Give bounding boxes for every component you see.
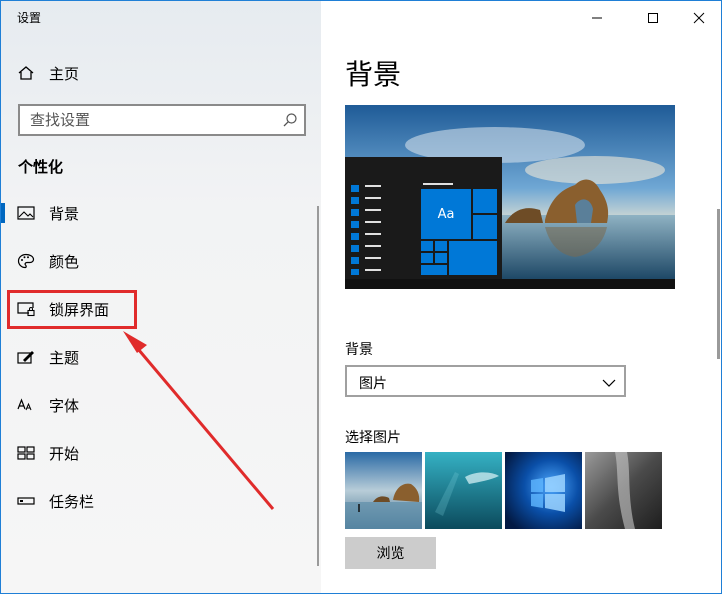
choose-picture-label: 选择图片 [345,430,401,446]
background-label: 背景 [345,342,373,358]
preview-start-menu: Aa [345,157,502,279]
background-dropdown-value: 图片 [359,376,387,392]
sidebar-item-label: 开始 [49,444,80,463]
page-title: 背景 [345,58,402,91]
sidebar-item-lock-screen[interactable]: 锁屏界面 [1,289,321,329]
sidebar-item-home[interactable]: 主页 [1,53,321,93]
maximize-button[interactable] [631,3,675,33]
maximize-icon [647,9,659,28]
taskbar-icon [17,493,35,509]
content-scrollbar[interactable] [717,209,720,359]
background-preview: Aa [345,105,675,289]
sidebar-item-colors[interactable]: 颜色 [1,241,321,281]
tile-text: Aa [437,206,455,222]
start-icon [17,445,35,461]
picture-thumbnail[interactable] [585,452,662,529]
chevron-down-icon [602,375,616,389]
palette-icon [17,253,35,269]
picture-thumbnail[interactable] [505,452,582,529]
search-box[interactable] [18,104,306,136]
search-input[interactable] [20,106,276,134]
sidebar-item-themes[interactable]: 主题 [1,337,321,377]
settings-window: 设置 主页 个性化 背景 颜色 [0,0,722,594]
search-icon [282,112,298,128]
lock-screen-icon [17,301,35,317]
section-title: 个性化 [18,158,64,176]
browse-button[interactable]: 浏览 [345,537,436,569]
sidebar-item-label: 主页 [49,64,80,83]
sidebar-item-start[interactable]: 开始 [1,433,321,473]
sidebar-scrollbar[interactable] [317,206,319,566]
theme-icon [17,349,35,365]
picture-icon [17,205,35,221]
sidebar-item-fonts[interactable]: 字体 [1,385,321,425]
sidebar-item-label: 锁屏界面 [49,300,110,319]
sidebar: 设置 主页 个性化 背景 颜色 [1,1,321,593]
sidebar-item-label: 任务栏 [49,492,95,511]
home-icon [17,65,35,81]
sidebar-item-taskbar[interactable]: 任务栏 [1,481,321,521]
background-dropdown[interactable]: 图片 [345,365,626,397]
sidebar-item-label: 背景 [49,204,80,223]
window-title: 设置 [17,11,42,25]
close-button[interactable] [677,3,721,33]
sidebar-item-label: 颜色 [49,252,80,271]
picture-thumbnail[interactable] [345,452,422,529]
minimize-button[interactable] [575,3,619,33]
minimize-icon [591,9,603,28]
content-pane: 背景 Aa 背景 图片 选择图片 浏览 [321,1,721,593]
close-icon [693,9,705,28]
preview-live-tile: Aa [421,189,471,239]
sidebar-item-label: 字体 [49,396,80,415]
picture-thumbnail[interactable] [425,452,502,529]
sidebar-item-label: 主题 [49,348,80,367]
font-icon [17,397,35,413]
sidebar-item-background[interactable]: 背景 [1,193,321,233]
